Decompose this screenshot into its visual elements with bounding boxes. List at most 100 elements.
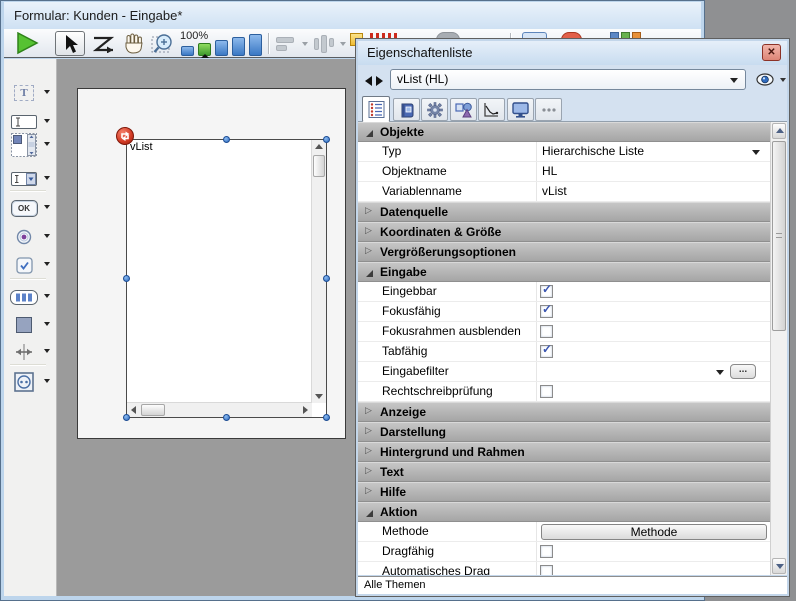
checkbox-rechtschreibprufung[interactable] [540, 385, 553, 398]
palette-dropdown-caret-icon[interactable] [44, 379, 50, 383]
pan-tool-button[interactable] [122, 33, 146, 54]
section-header-anzeige[interactable]: ▷Anzeige [358, 402, 770, 422]
palette-dropdown-caret-icon[interactable] [44, 234, 50, 238]
hscroll-thumb[interactable] [141, 404, 165, 416]
tab-shapes[interactable] [450, 98, 477, 121]
close-button[interactable]: ✕ [762, 44, 781, 61]
selection-handle-bottom-left[interactable] [123, 414, 130, 421]
palette-dropdown-caret-icon[interactable] [44, 262, 50, 266]
section-header-koordinaten-grosse[interactable]: ▷Koordinaten & Größe [358, 222, 770, 242]
section-header-datenquelle[interactable]: ▷Datenquelle [358, 202, 770, 222]
selection-handle-bottom-center[interactable] [223, 414, 230, 421]
property-label: Dragfähig [382, 542, 434, 561]
palette-dropdown-caret-icon[interactable] [44, 322, 50, 326]
rectangle-tool-icon [8, 312, 40, 338]
property-label: Methode [382, 522, 429, 541]
checkbox-fokusrahmen-ausblenden[interactable] [540, 325, 553, 338]
checkbox-dragfahig[interactable] [540, 545, 553, 558]
property-grid-scrollbar[interactable] [770, 122, 787, 575]
section-header-objekte[interactable]: Objekte [358, 122, 770, 142]
vscroll-thumb[interactable] [313, 155, 325, 177]
properties-list-icon [368, 101, 385, 118]
palette-plugin-area-tool[interactable] [4, 369, 57, 395]
checkbox-eingebbar[interactable]: ✓ [540, 285, 553, 298]
scrollbar-up-button[interactable] [772, 123, 786, 139]
tab-line-chart[interactable] [478, 98, 505, 121]
section-header-hilfe[interactable]: ▷Hilfe [358, 482, 770, 502]
tab-monitor[interactable] [507, 98, 534, 121]
palette-checkbox-tool[interactable] [4, 252, 57, 278]
section-label: Anzeige [380, 403, 426, 422]
property-value[interactable]: HL [542, 162, 557, 181]
section-header-eingabe[interactable]: Eingabe [358, 262, 770, 282]
checkbox-automatisches-drag[interactable] [540, 565, 553, 575]
scroll-down-icon[interactable] [315, 394, 323, 399]
palette-dropdown-caret-icon[interactable] [44, 176, 50, 180]
object-method-badge[interactable] [116, 127, 134, 145]
tab-photo-book[interactable] [393, 98, 420, 121]
zoom-level-5[interactable] [249, 34, 262, 56]
palette-listbox-tool[interactable] [4, 132, 57, 158]
tab-gear[interactable] [421, 98, 448, 121]
palette-radio-button-tool[interactable] [4, 224, 57, 250]
tab-properties-list[interactable] [362, 96, 390, 122]
vlist-vertical-scrollbar[interactable] [311, 140, 326, 403]
value-dropdown-caret-icon[interactable] [716, 370, 724, 375]
align-tool-caret-icon[interactable] [302, 42, 308, 46]
palette-dropdown-caret-icon[interactable] [44, 294, 50, 298]
object-selector-combobox[interactable]: vList (HL) [390, 69, 746, 90]
palette-combobox-tool[interactable] [4, 166, 57, 192]
palette-dropdown-caret-icon[interactable] [44, 349, 50, 353]
vlist-horizontal-scrollbar[interactable] [127, 402, 312, 417]
align-tool-button[interactable] [276, 37, 298, 52]
visibility-menu-caret-icon[interactable] [780, 78, 786, 82]
palette-dropdown-caret-icon[interactable] [44, 119, 50, 123]
checkbox-fokusfahig[interactable]: ✓ [540, 305, 553, 318]
next-object-icon[interactable] [376, 76, 383, 86]
ellipsis-button[interactable]: ... [730, 364, 756, 379]
property-row-automatisches-drag: Automatisches Drag [358, 562, 770, 575]
vlist-object[interactable]: vList [126, 139, 327, 418]
section-header-vergrosserungsoptionen[interactable]: ▷Vergrößerungsoptionen [358, 242, 770, 262]
palette-dropdown-caret-icon[interactable] [44, 90, 50, 94]
expanded-triangle-icon [366, 510, 373, 517]
palette-splitter-tool[interactable] [4, 339, 57, 365]
tab-order-tool-button[interactable] [92, 36, 116, 53]
zoom-level-3[interactable] [215, 40, 228, 56]
scrollbar-thumb[interactable] [772, 141, 786, 331]
value-dropdown-caret-icon[interactable] [752, 150, 760, 155]
distribute-tool-caret-icon[interactable] [340, 42, 346, 46]
run-form-button[interactable] [16, 32, 39, 55]
distribute-tool-button[interactable] [314, 35, 336, 54]
section-header-hintergrund-und-rahmen[interactable]: ▷Hintergrund und Rahmen [358, 442, 770, 462]
palette-ok-button-tool[interactable]: OK [4, 195, 57, 221]
palette-dropdown-caret-icon[interactable] [44, 205, 50, 209]
selection-handle-mid-left[interactable] [123, 275, 130, 282]
checkbox-tabfahig[interactable]: ✓ [540, 345, 553, 358]
selection-handle-bottom-right[interactable] [323, 414, 330, 421]
section-header-text[interactable]: ▷Text [358, 462, 770, 482]
palette-dropdown-caret-icon[interactable] [44, 142, 50, 146]
selection-handle-top-center[interactable] [223, 136, 230, 143]
palette-rectangle-tool[interactable] [4, 312, 57, 338]
property-value[interactable]: Hierarchische Liste [542, 142, 644, 161]
property-value[interactable]: vList [542, 182, 567, 201]
selection-handle-top-right[interactable] [323, 136, 330, 143]
scroll-up-icon[interactable] [315, 144, 323, 149]
section-header-darstellung[interactable]: ▷Darstellung [358, 422, 770, 442]
scroll-left-icon[interactable] [131, 406, 136, 414]
palette-button-grid-tool[interactable] [4, 284, 57, 310]
palette-text-tool[interactable]: T [4, 80, 57, 106]
scrollbar-down-button[interactable] [772, 558, 786, 574]
collapsed-triangle-icon: ▷ [365, 205, 372, 216]
methode-button[interactable]: Methode [541, 524, 767, 540]
select-tool-button[interactable] [55, 31, 85, 56]
tab-more-dots[interactable] [535, 98, 562, 121]
selection-handle-mid-right[interactable] [323, 275, 330, 282]
section-header-aktion[interactable]: Aktion [358, 502, 770, 522]
zoom-level-4[interactable] [232, 37, 245, 56]
zoom-level-1[interactable] [181, 46, 194, 56]
scroll-right-icon[interactable] [303, 406, 308, 414]
previous-object-icon[interactable] [365, 76, 372, 86]
zoom-tool-button[interactable] [151, 33, 178, 55]
